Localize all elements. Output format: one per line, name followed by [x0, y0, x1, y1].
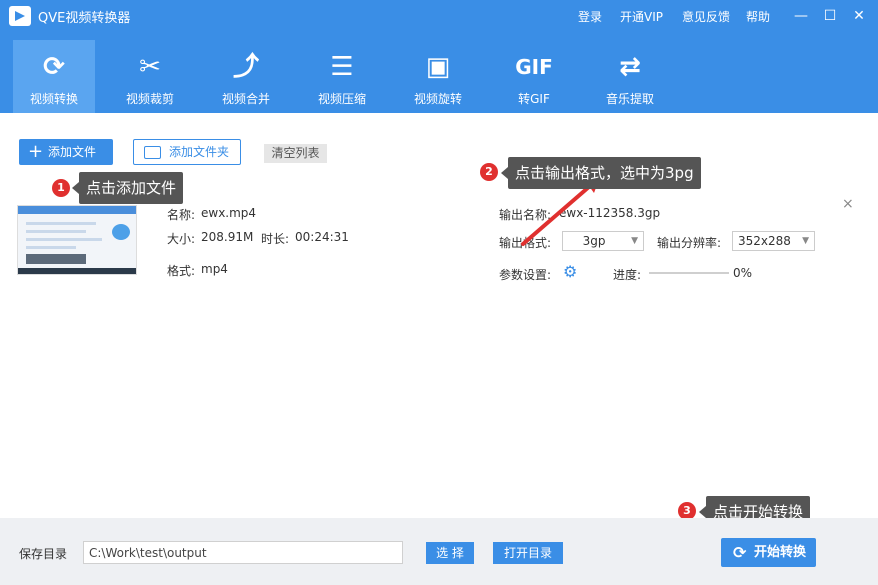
save-path-input[interactable]	[83, 541, 403, 564]
save-dir-label: 保存目录	[19, 547, 68, 561]
start-convert-label: 开始转换	[754, 545, 807, 560]
callout-tip-1: 点击添加文件	[71, 172, 184, 204]
select-dir-button[interactable]: 选 择	[426, 542, 474, 564]
start-convert-button[interactable]: ⟳ 开始转换	[721, 538, 816, 567]
callout-tip-2: 点击输出格式，选中为3pg	[501, 157, 701, 189]
open-dir-button[interactable]: 打开目录	[493, 542, 563, 564]
callout-badge-1: 1	[52, 179, 70, 197]
callout-badge-2: 2	[480, 163, 498, 181]
refresh-icon: ⟳	[733, 543, 747, 562]
